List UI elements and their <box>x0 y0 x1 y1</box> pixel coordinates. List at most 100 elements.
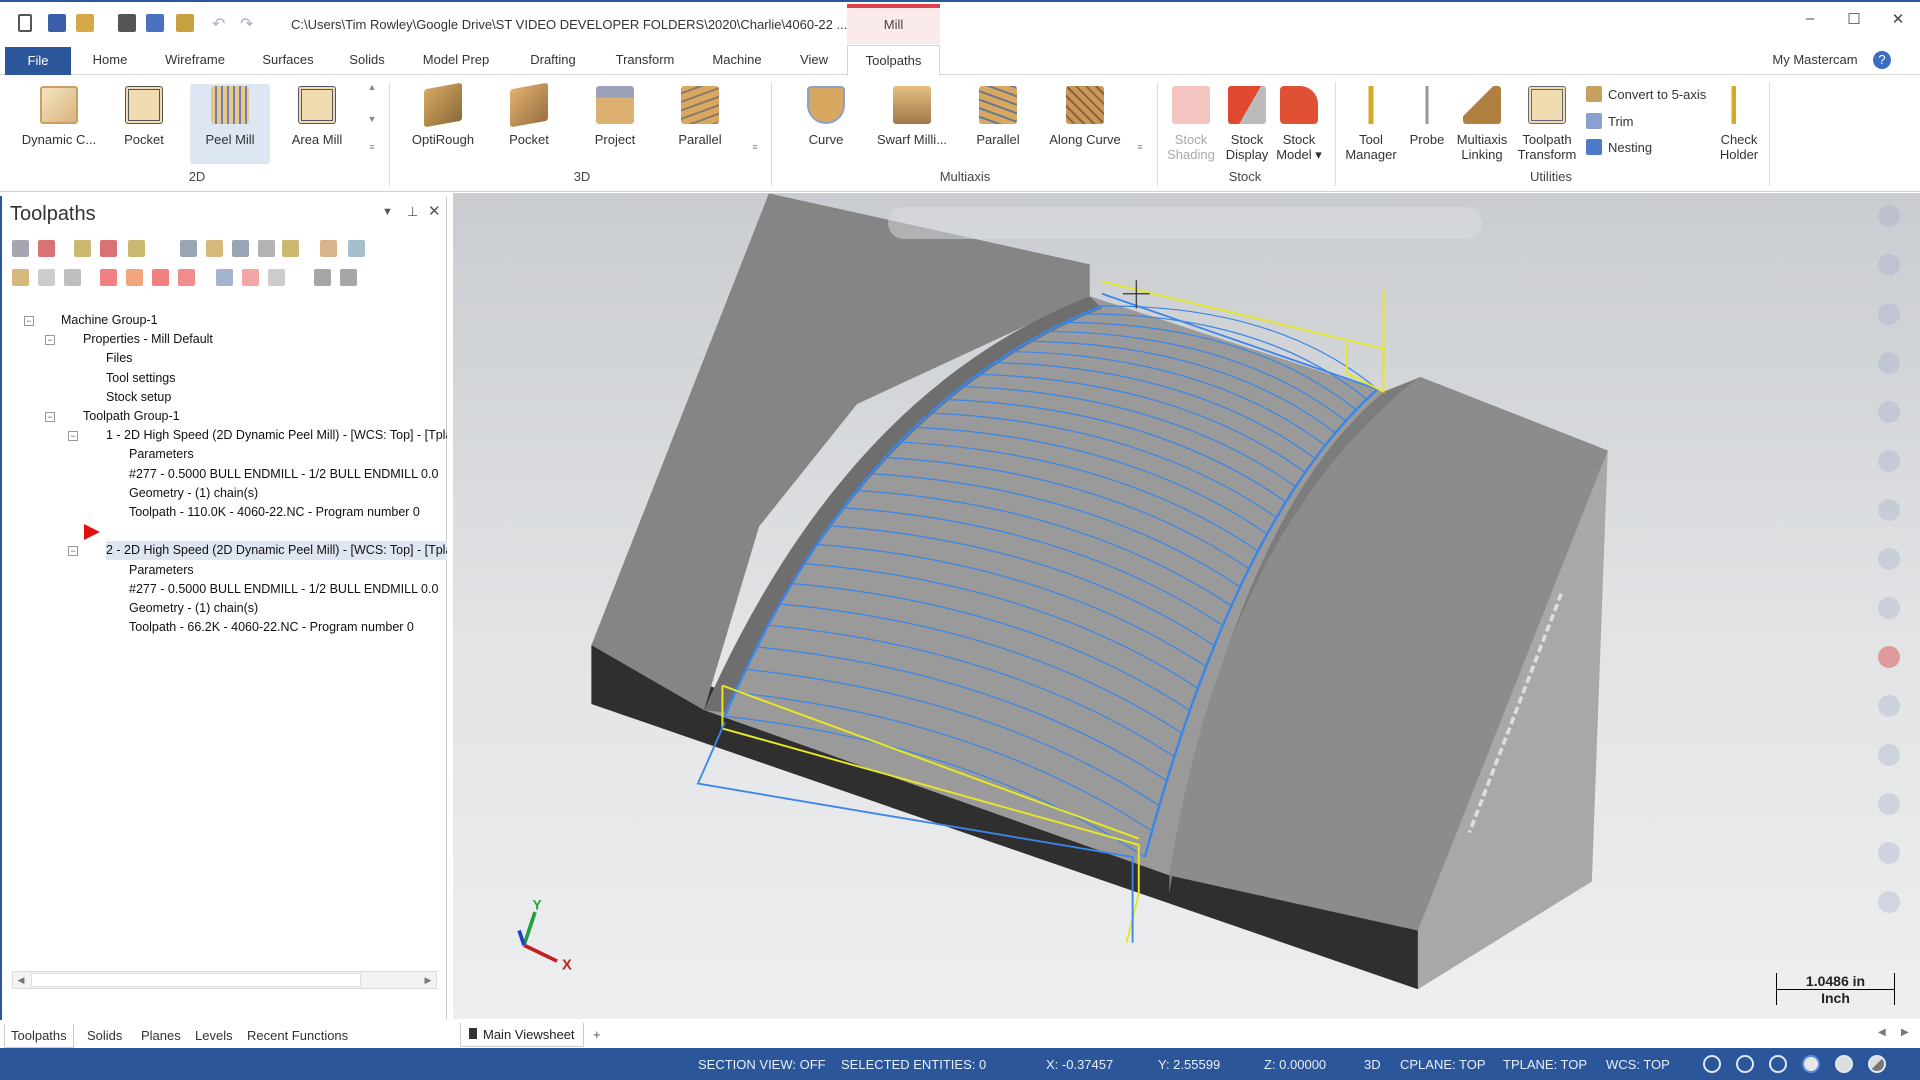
parallel-3d-button[interactable]: Parallel <box>660 84 740 147</box>
parallel-multiaxis-button[interactable]: Parallel <box>958 84 1038 147</box>
tplane-status[interactable]: TPLANE: TOP <box>1503 1057 1587 1072</box>
gallery-scroll-up[interactable]: ▲ <box>366 82 378 92</box>
along-curve-button[interactable]: Along Curve <box>1045 84 1125 147</box>
selected-entities-status[interactable]: SELECTED ENTITIES: 0 <box>841 1057 986 1072</box>
tab-file[interactable]: File <box>5 47 71 75</box>
toolbar-icon[interactable] <box>12 269 29 286</box>
tab-planes-manager[interactable]: Planes <box>141 1024 181 1048</box>
tree-item[interactable]: 2 - 2D High Speed (2D Dynamic Peel Mill)… <box>106 541 447 561</box>
maximize-button[interactable]: ☐ <box>1841 10 1867 32</box>
open-icon[interactable] <box>76 14 94 32</box>
view-tool-icon[interactable] <box>1878 891 1900 913</box>
tab-toolpaths-manager[interactable]: Toolpaths <box>4 1024 74 1048</box>
view-tool-icon[interactable] <box>1878 548 1900 570</box>
toolbar-icon[interactable] <box>12 240 29 257</box>
gallery-expand[interactable]: ≡ <box>1134 142 1146 152</box>
view-tool-icon[interactable] <box>1878 401 1900 423</box>
nesting-button[interactable]: Nesting <box>1586 139 1652 155</box>
collapse-toggle[interactable]: − <box>45 335 55 346</box>
collapse-toggle[interactable]: − <box>24 316 34 326</box>
tree-item[interactable]: Geometry - (1) chain(s) <box>129 484 258 503</box>
toolbar-icon[interactable] <box>74 240 91 257</box>
minimize-button[interactable]: – <box>1797 10 1823 32</box>
help-icon[interactable]: ? <box>1873 51 1891 69</box>
toolbar-icon[interactable] <box>126 269 143 286</box>
view-tool-icon[interactable] <box>1878 597 1900 619</box>
check-holder-button[interactable]: Check Holder <box>1711 84 1767 162</box>
viewsheet-next-icon[interactable]: ▶ <box>1901 1027 1909 1038</box>
dynamic-contour-button[interactable]: Dynamic C... <box>19 84 99 147</box>
view-tool-icon[interactable] <box>1878 254 1900 276</box>
project-button[interactable]: Project <box>575 84 655 147</box>
scroll-thumb[interactable] <box>31 973 361 987</box>
mode-3d[interactable]: 3D <box>1364 1057 1381 1072</box>
toolbar-icon[interactable] <box>180 240 197 257</box>
curve-button[interactable]: Curve <box>786 84 866 147</box>
shaded-icon[interactable] <box>1802 1055 1820 1073</box>
collapse-toggle[interactable]: − <box>68 546 78 557</box>
tab-model-prep[interactable]: Model Prep <box>423 45 489 75</box>
pocket-3d-button[interactable]: Pocket <box>489 82 569 147</box>
close-button[interactable]: ✕ <box>1885 10 1911 32</box>
tree-item[interactable]: Toolpath Group-1 <box>83 407 180 426</box>
tool-manager-button[interactable]: Tool Manager <box>1341 84 1401 162</box>
toolbar-icon[interactable] <box>232 240 249 257</box>
gallery-scroll-down[interactable]: ▼ <box>366 114 378 124</box>
tab-surfaces[interactable]: Surfaces <box>262 45 313 75</box>
view-tool-icon[interactable] <box>1878 205 1900 227</box>
scroll-left-icon[interactable]: ◀ <box>13 972 29 988</box>
toolbar-icon[interactable] <box>100 269 117 286</box>
stock-model-button[interactable]: Stock Model ▾ <box>1271 84 1327 162</box>
toolbar-icon[interactable] <box>64 269 81 286</box>
view-tool-icon[interactable] <box>1878 450 1900 472</box>
toolbar-icon[interactable] <box>340 269 357 286</box>
horizontal-scrollbar[interactable]: ◀ ▶ <box>12 971 437 989</box>
tab-machine[interactable]: Machine <box>712 45 761 75</box>
pocket-2d-button[interactable]: Pocket <box>104 84 184 147</box>
tree-item[interactable]: Properties - Mill Default <box>83 330 213 349</box>
tab-wireframe[interactable]: Wireframe <box>165 45 225 75</box>
tree-item[interactable]: #277 - 0.5000 BULL ENDMILL - 1/2 BULL EN… <box>129 580 438 599</box>
toolpath-transform-button[interactable]: Toolpath Transform <box>1513 84 1581 162</box>
toolbar-icon[interactable] <box>178 269 195 286</box>
properties-icon[interactable] <box>176 14 194 32</box>
pin-icon[interactable]: ⊥ <box>407 204 418 220</box>
tab-levels-manager[interactable]: Levels <box>195 1024 233 1048</box>
hidden-line-icon[interactable] <box>1736 1055 1754 1073</box>
shaded-no-edges-icon[interactable] <box>1835 1055 1853 1073</box>
view-tool-icon[interactable] <box>1878 793 1900 815</box>
tree-item[interactable]: Geometry - (1) chain(s) <box>129 599 258 618</box>
tab-solids-manager[interactable]: Solids <box>87 1024 122 1048</box>
outline-shaded-icon[interactable] <box>1769 1055 1787 1073</box>
translucency-icon[interactable] <box>1868 1055 1886 1073</box>
tree-item[interactable]: Tool settings <box>106 369 175 388</box>
tree-item[interactable]: Stock setup <box>106 388 171 407</box>
tab-main-viewsheet[interactable]: Main Viewsheet <box>460 1023 584 1047</box>
tree-item[interactable]: Files <box>106 349 132 368</box>
tree-item[interactable]: Parameters <box>129 561 194 580</box>
toolbar-icon[interactable] <box>206 240 223 257</box>
toolbar-icon[interactable] <box>242 269 259 286</box>
toolbar-icon[interactable] <box>258 240 275 257</box>
multiaxis-linking-button[interactable]: Multiaxis Linking <box>1452 84 1512 162</box>
view-tool-icon[interactable] <box>1878 842 1900 864</box>
tab-recent-functions[interactable]: Recent Functions <box>247 1024 348 1048</box>
convert-to-5axis-button[interactable]: Convert to 5-axis <box>1586 86 1706 102</box>
my-mastercam-link[interactable]: My Mastercam <box>1772 45 1857 75</box>
panel-close-icon[interactable]: ✕ <box>428 202 441 220</box>
toolbar-icon[interactable] <box>282 240 299 257</box>
tab-solids[interactable]: Solids <box>349 45 384 75</box>
toolbar-icon[interactable] <box>152 269 169 286</box>
tree-item[interactable]: Toolpath - 66.2K - 4060-22.NC - Program … <box>129 618 414 637</box>
tree-item[interactable]: Machine Group-1 <box>61 311 158 330</box>
toolbar-icon[interactable] <box>128 240 145 257</box>
view-tool-icon[interactable] <box>1878 499 1900 521</box>
collapse-toggle[interactable]: − <box>68 431 78 442</box>
stock-shading-button[interactable]: Stock Shading <box>1163 84 1219 162</box>
optirough-button[interactable]: OptiRough <box>403 82 483 147</box>
toolbar-icon[interactable] <box>38 269 55 286</box>
context-tab-mill[interactable]: Mill <box>847 4 940 44</box>
view-tool-icon[interactable] <box>1878 352 1900 374</box>
new-file-icon[interactable] <box>18 14 32 32</box>
view-tool-icon[interactable] <box>1878 695 1900 717</box>
